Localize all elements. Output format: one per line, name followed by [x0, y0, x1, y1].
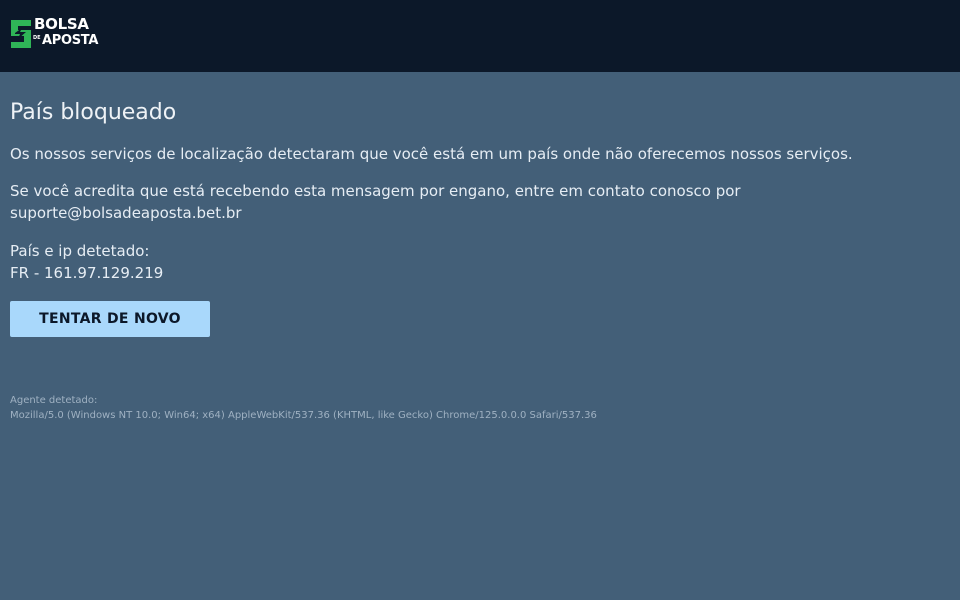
agent-value: Mozilla/5.0 (Windows NT 10.0; Win64; x64…: [10, 410, 597, 421]
support-email: suporte@bolsadeaposta.bet.br: [10, 204, 242, 222]
logo-text-aposta: APOSTA: [42, 33, 99, 48]
detected-country-ip: FR - 161.97.129.219: [10, 264, 164, 282]
logo-text-bolsa: BOLSA: [34, 15, 89, 33]
retry-button[interactable]: TENTAR DE NOVO: [10, 301, 210, 337]
bolsa-s-logo-icon: [11, 20, 31, 48]
page-title: País bloqueado: [10, 100, 177, 125]
location-message: Os nossos serviços de localização detect…: [10, 145, 853, 163]
logo-text-de: DE: [33, 35, 41, 41]
blocked-country-panel: País bloqueado Os nossos serviços de loc…: [10, 100, 940, 421]
top-bar: BOLSA DE APOSTA: [0, 0, 960, 72]
contact-text: Se você acredita que está recebendo esta…: [10, 182, 741, 200]
detected-info: País e ip detetado: FR - 161.97.129.219: [10, 240, 163, 284]
site-logo[interactable]: BOLSA DE APOSTA: [9, 16, 99, 50]
agent-label: Agente detetado:: [10, 395, 98, 406]
contact-message: Se você acredita que está recebendo esta…: [10, 180, 910, 224]
detected-label: País e ip detetado:: [10, 242, 150, 260]
user-agent-info: Agente detetado: Mozilla/5.0 (Windows NT…: [10, 393, 597, 423]
